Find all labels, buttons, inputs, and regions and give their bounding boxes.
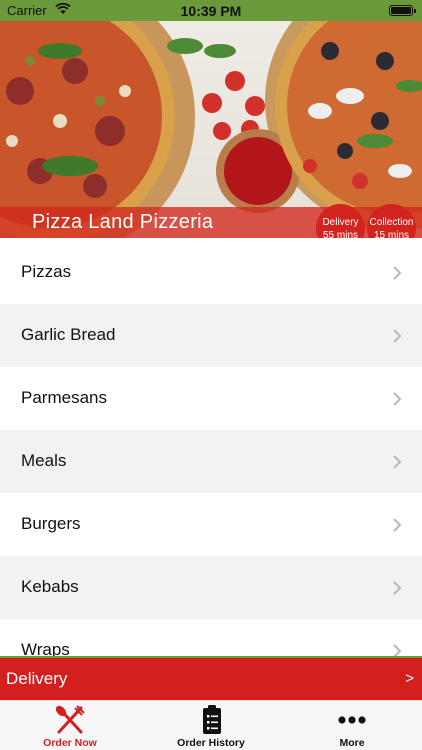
- delivery-mode-arrow: >: [405, 670, 414, 687]
- fork-knife-icon: [55, 705, 85, 734]
- menu-category-list[interactable]: Pizzas Garlic Bread Parmesans Meals Burg…: [0, 241, 422, 656]
- tab-label: Order Now: [43, 737, 97, 749]
- menu-item-parmesans[interactable]: Parmesans: [0, 367, 422, 430]
- battery-icon: [389, 5, 416, 16]
- delivery-mode-bar[interactable]: Delivery >: [0, 656, 422, 700]
- clock: 10:39 PM: [180, 3, 242, 19]
- restaurant-name: Pizza Land Pizzeria: [32, 211, 214, 233]
- tab-bar: Order Now Order History More: [0, 700, 422, 750]
- tab-label: Order History: [177, 737, 245, 749]
- delivery-badge-time: 55 mins: [322, 229, 358, 239]
- menu-item-pizzas[interactable]: Pizzas: [0, 241, 422, 304]
- collection-badge-title: Collection: [369, 216, 414, 228]
- delivery-mode-label: Delivery: [6, 669, 68, 688]
- chevron-right-icon: [393, 392, 402, 406]
- chevron-right-icon: [393, 329, 402, 343]
- menu-item-label: Wraps: [21, 640, 70, 656]
- menu-item-burgers[interactable]: Burgers: [0, 493, 422, 556]
- menu-item-label: Pizzas: [21, 262, 72, 281]
- tab-order-history[interactable]: Order History: [141, 701, 281, 750]
- pizza-photo: [0, 21, 422, 238]
- clipboard-icon: [203, 705, 221, 734]
- menu-item-label: Burgers: [21, 514, 81, 533]
- delivery-badge-title: Delivery: [322, 216, 359, 228]
- menu-item-kebabs[interactable]: Kebabs: [0, 556, 422, 619]
- menu-item-garlic-bread[interactable]: Garlic Bread: [0, 304, 422, 367]
- hero-banner: Pizza Land Pizzeria Delivery 55 mins Col…: [0, 21, 422, 238]
- tab-more[interactable]: More: [282, 701, 422, 750]
- menu-item-meals[interactable]: Meals: [0, 430, 422, 493]
- more-dots-icon: [338, 716, 366, 724]
- menu-item-wraps[interactable]: Wraps: [0, 619, 422, 656]
- chevron-right-icon: [393, 518, 402, 532]
- chevron-right-icon: [393, 581, 402, 595]
- status-bar: Carrier 10:39 PM: [0, 0, 422, 21]
- menu-item-label: Garlic Bread: [21, 325, 116, 344]
- menu-item-label: Parmesans: [21, 388, 107, 407]
- collection-badge-time: 15 mins: [373, 229, 409, 239]
- chevron-right-icon: [393, 644, 402, 656]
- tab-label: More: [339, 737, 365, 749]
- chevron-right-icon: [393, 455, 402, 469]
- menu-item-label: Meals: [21, 451, 67, 470]
- chevron-right-icon: [393, 266, 402, 280]
- menu-item-label: Kebabs: [21, 577, 79, 596]
- tab-order-now[interactable]: Order Now: [0, 701, 140, 750]
